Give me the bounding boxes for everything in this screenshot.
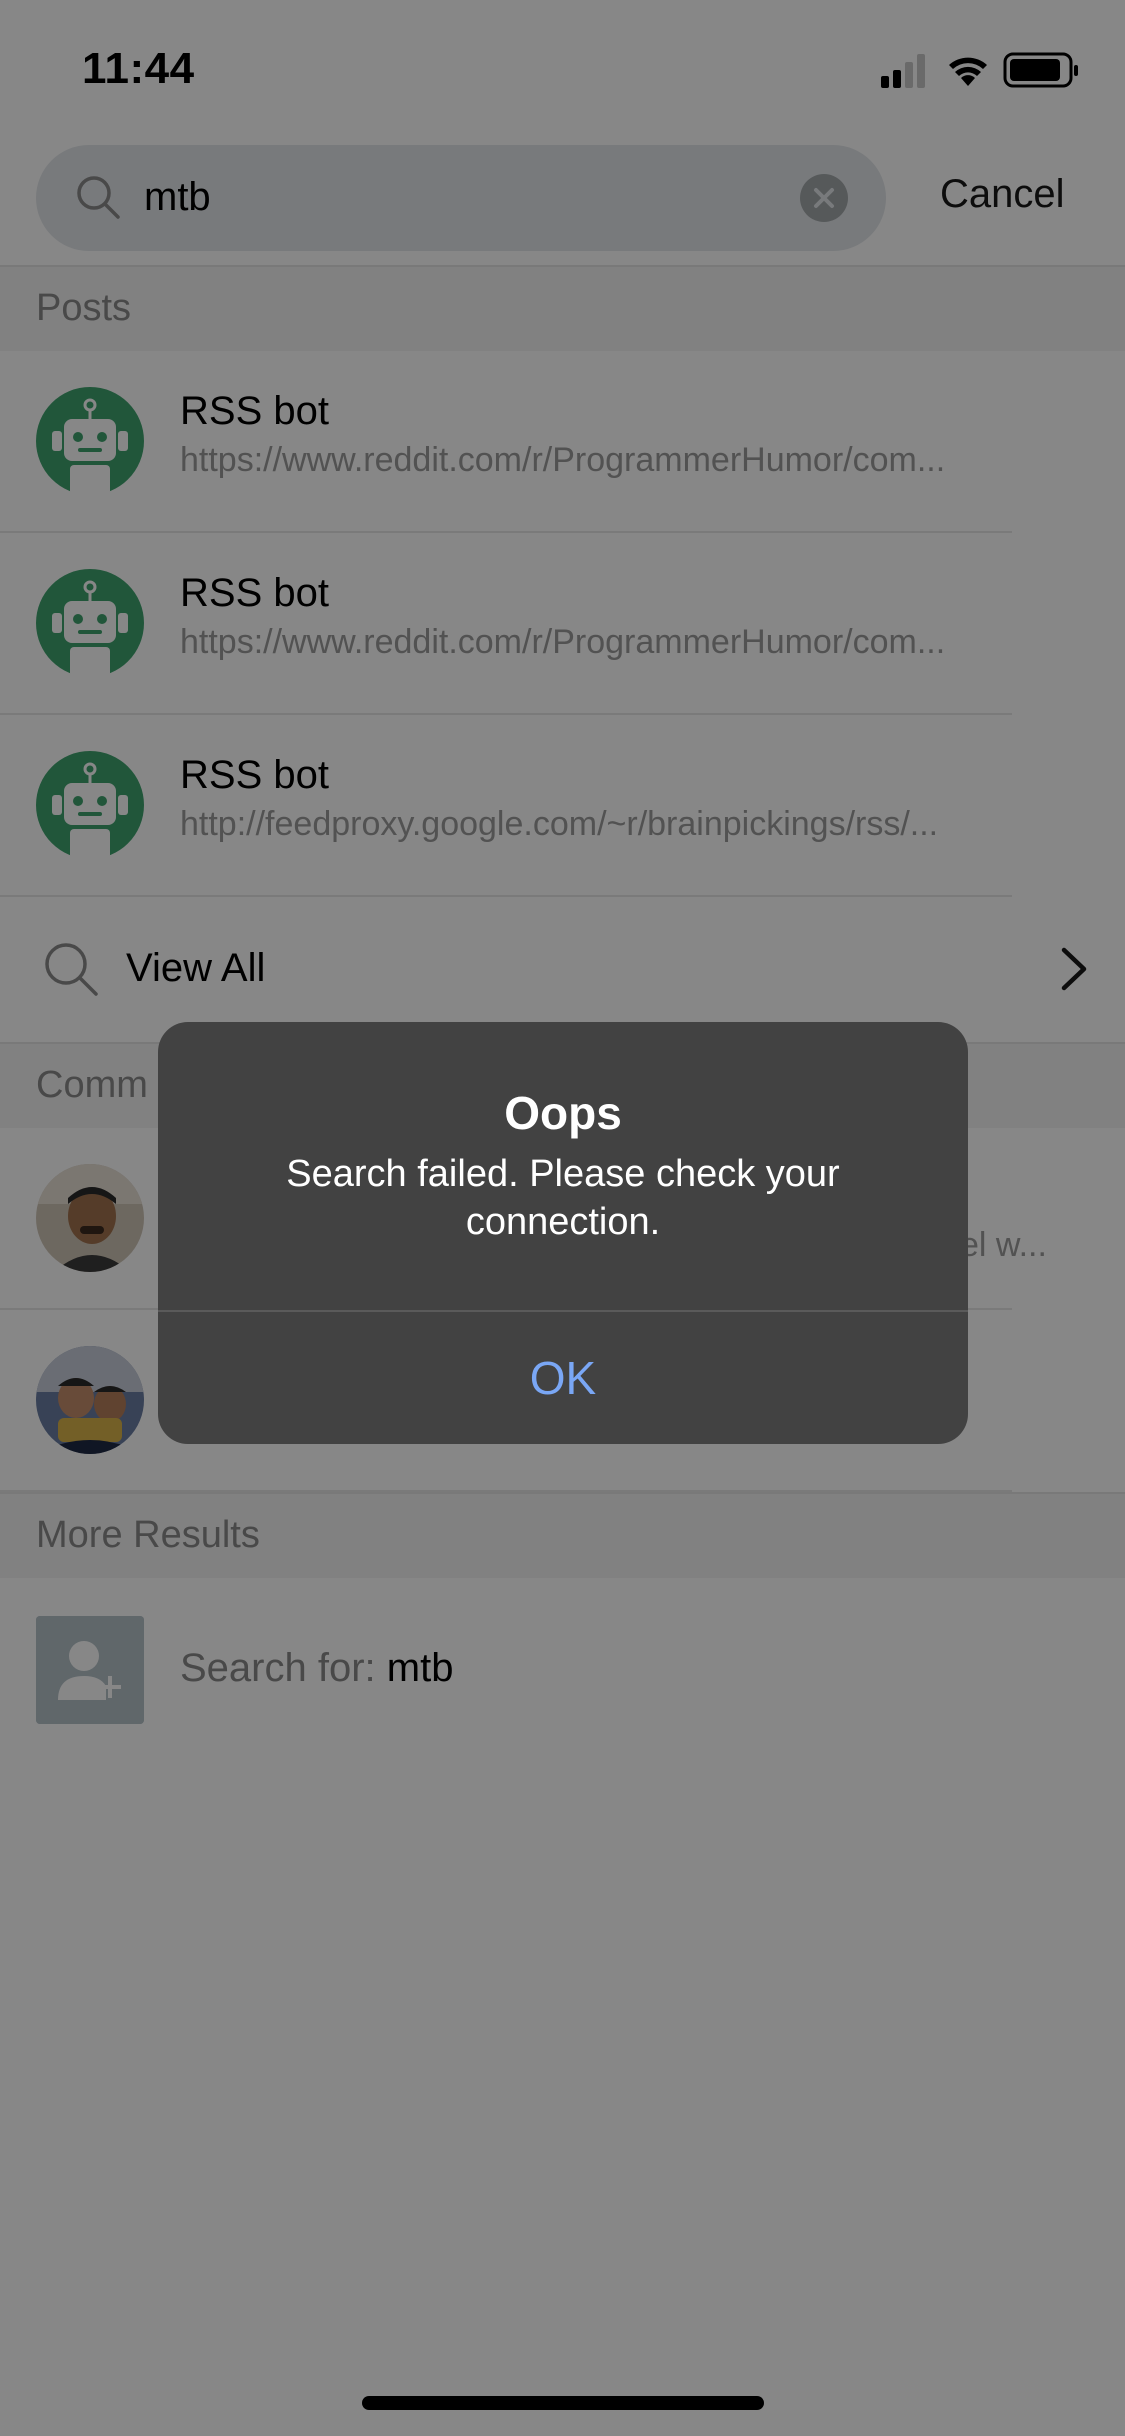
alert-title: Oops — [504, 1087, 622, 1139]
ok-button[interactable]: OK — [158, 1312, 968, 1444]
alert-dialog: Oops Search failed. Please check your co… — [158, 1022, 968, 1444]
alert-message: Search failed. Please check your connect… — [286, 1153, 840, 1243]
